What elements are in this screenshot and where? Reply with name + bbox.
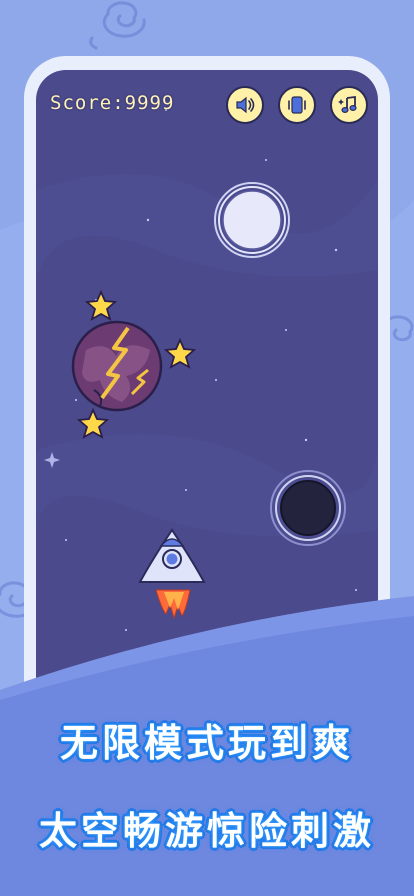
promo-line-2: 太空畅游惊险刺激 [38,809,375,853]
promo-line-1: 无限模式玩到爽 [59,721,354,765]
rocket[interactable] [138,528,206,620]
speaker-icon [236,96,255,114]
star-pickup[interactable] [76,407,110,439]
star-pickup[interactable] [84,289,118,321]
white-hole[interactable] [214,182,290,258]
music-note-icon [338,95,357,114]
music-toggle-button[interactable] [330,86,368,124]
star-pickup[interactable] [163,337,197,369]
sound-toggle-button[interactable] [226,86,264,124]
game-screen[interactable] [36,70,378,750]
swirl-decoration-top [89,1,146,50]
space-scene [36,109,378,682]
score-label: Score:9999 [50,92,175,114]
vibrate-icon [288,96,306,114]
black-hole[interactable] [270,470,346,546]
vibration-toggle-button[interactable] [278,86,316,124]
cracked-planet[interactable] [71,320,163,412]
